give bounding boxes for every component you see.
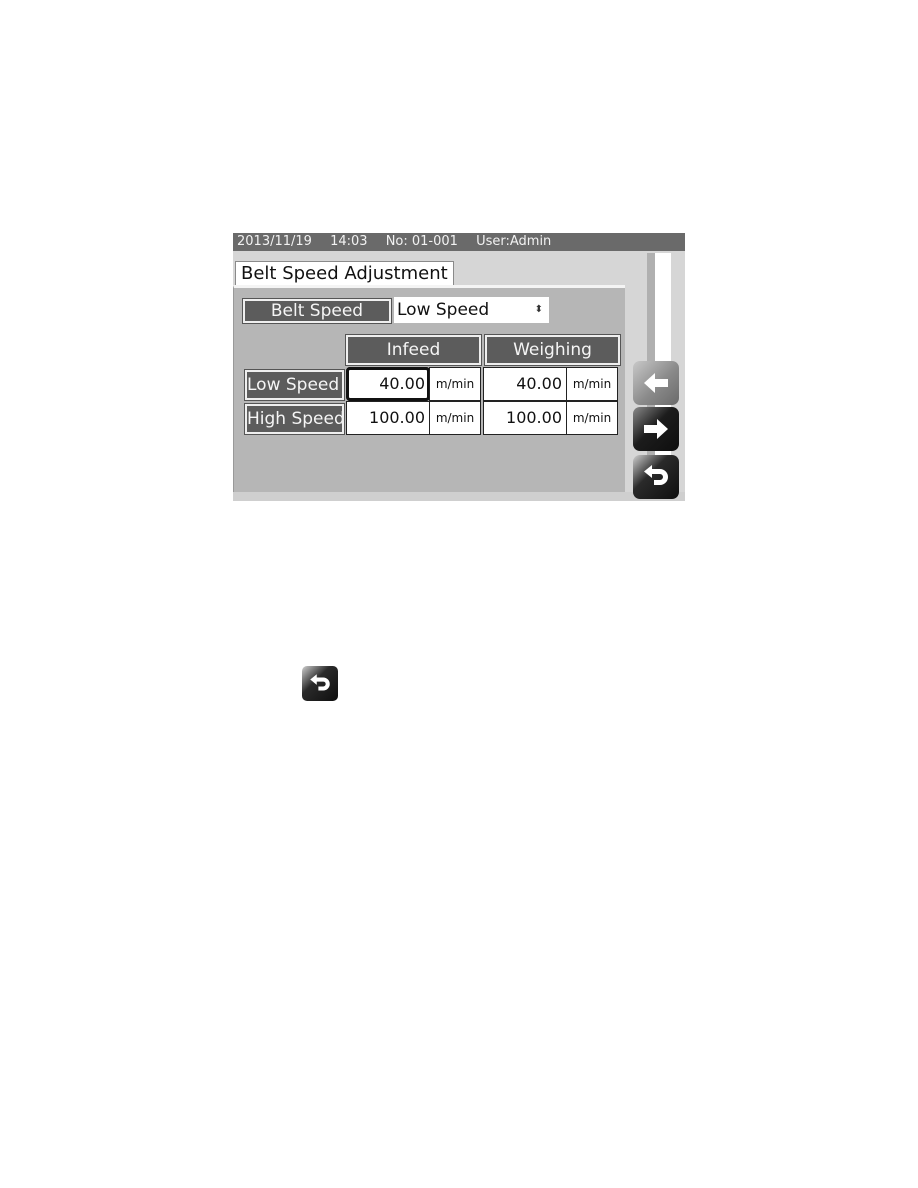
hmi-screen: 2013/11/19 14:03 No: 01-001 User:Admin B… (233, 233, 685, 501)
back-button[interactable] (633, 361, 679, 405)
select-arrows-icon: ⬍ (534, 304, 543, 315)
return-icon-reference (302, 666, 338, 701)
bottom-strip (233, 492, 685, 501)
status-bar: 2013/11/19 14:03 No: 01-001 User:Admin (233, 233, 685, 251)
belt-speed-label: Belt Speed (242, 298, 392, 324)
high-speed-infeed-unit: m/min (429, 401, 481, 435)
row-label-high-speed: High Speed (244, 403, 345, 435)
low-speed-infeed-unit: m/min (429, 367, 481, 401)
status-time: 14:03 (330, 234, 368, 249)
high-speed-weighing-input[interactable]: 100.00 (483, 401, 567, 435)
forward-button[interactable] (633, 407, 679, 451)
belt-speed-select[interactable]: Low Speed ⬍ (394, 297, 549, 323)
low-speed-weighing-unit: m/min (566, 367, 618, 401)
column-header-weighing: Weighing (484, 334, 621, 366)
status-user: User:Admin (476, 234, 552, 249)
row-label-low-speed: Low Speed (244, 369, 345, 401)
status-number: No: 01-001 (385, 234, 458, 249)
arrow-left-icon (644, 373, 668, 393)
arrow-right-icon (644, 419, 668, 439)
return-icon (310, 674, 330, 691)
column-header-infeed: Infeed (345, 334, 482, 366)
belt-speed-selected-value: Low Speed (397, 300, 490, 320)
status-date: 2013/11/19 (237, 234, 312, 249)
return-icon (644, 465, 668, 485)
high-speed-weighing-unit: m/min (566, 401, 618, 435)
low-speed-weighing-input[interactable]: 40.00 (483, 367, 567, 401)
return-button[interactable] (633, 455, 679, 499)
low-speed-infeed-input[interactable]: 40.00 (346, 367, 430, 401)
tab-belt-speed-adjustment[interactable]: Belt Speed Adjustment (235, 261, 454, 286)
high-speed-infeed-input[interactable]: 100.00 (346, 401, 430, 435)
